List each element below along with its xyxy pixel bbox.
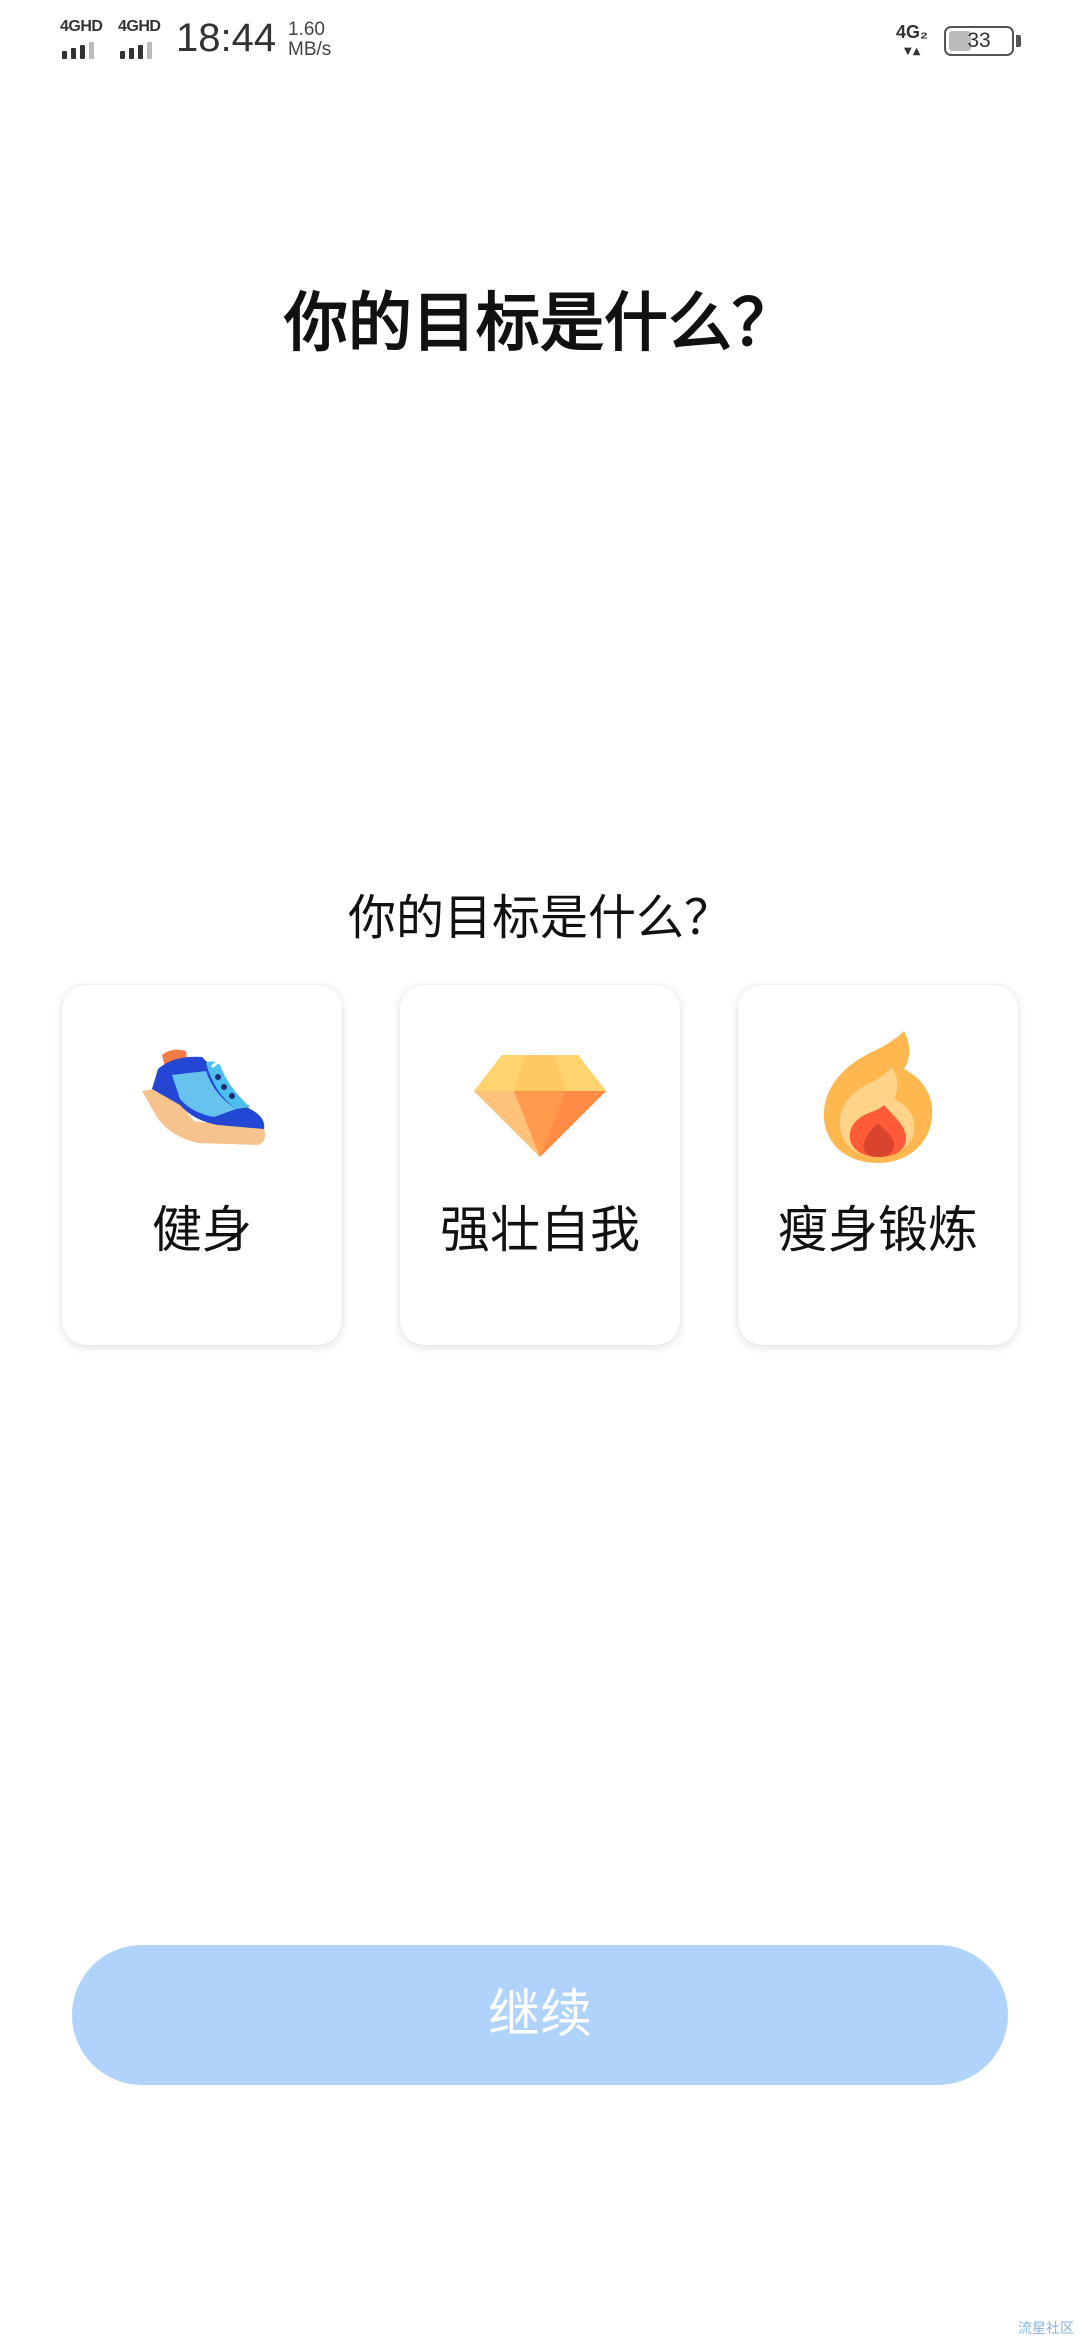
mobile-data-label: 4G₂	[896, 22, 929, 42]
goal-card-fitness[interactable]: 健身	[62, 985, 342, 1345]
status-time: 18:44	[176, 16, 277, 60]
battery-percent: 33	[967, 29, 991, 52]
goal-card-strength[interactable]: 强壮自我	[400, 985, 680, 1345]
signal-icon: 4GHD	[60, 18, 108, 62]
goal-label: 强壮自我	[440, 1201, 640, 1259]
page-title: 你的目标是什么？	[284, 287, 796, 361]
network-type-label: 4GHD	[118, 18, 161, 35]
status-bar: 4GHD 4GHD 18:44 1.60 MB/s 4G₂ ▼▲ 33	[0, 0, 1080, 84]
sneaker-icon	[132, 1025, 272, 1165]
diamond-icon	[470, 1025, 610, 1165]
network-speed-value: 1.60	[288, 19, 325, 40]
signal-icon: 4GHD	[118, 18, 166, 62]
goal-card-weight-loss[interactable]: 瘦身锻炼	[738, 985, 1018, 1345]
goal-label: 健身	[152, 1201, 252, 1259]
watermark: 流星社区	[1018, 2321, 1074, 2337]
mobile-data-icon: 4G₂ ▼▲	[896, 22, 940, 62]
continue-button[interactable]: 继续	[72, 1945, 1008, 2085]
goal-label: 瘦身锻炼	[778, 1201, 978, 1259]
goal-options: 健身 强壮自我 瘦身锻炼	[62, 985, 1018, 1345]
network-speed-unit: MB/s	[288, 39, 332, 60]
network-type-label: 4GHD	[60, 18, 103, 35]
continue-button-label: 继续	[487, 1985, 592, 2045]
battery-tip	[1016, 35, 1021, 47]
data-arrows-icon: ▼▲	[904, 46, 922, 57]
flame-icon	[808, 1025, 948, 1165]
battery-icon: 33	[944, 26, 1014, 56]
network-speed: 1.60 MB/s	[288, 20, 348, 60]
goal-question: 你的目标是什么？	[347, 890, 732, 946]
